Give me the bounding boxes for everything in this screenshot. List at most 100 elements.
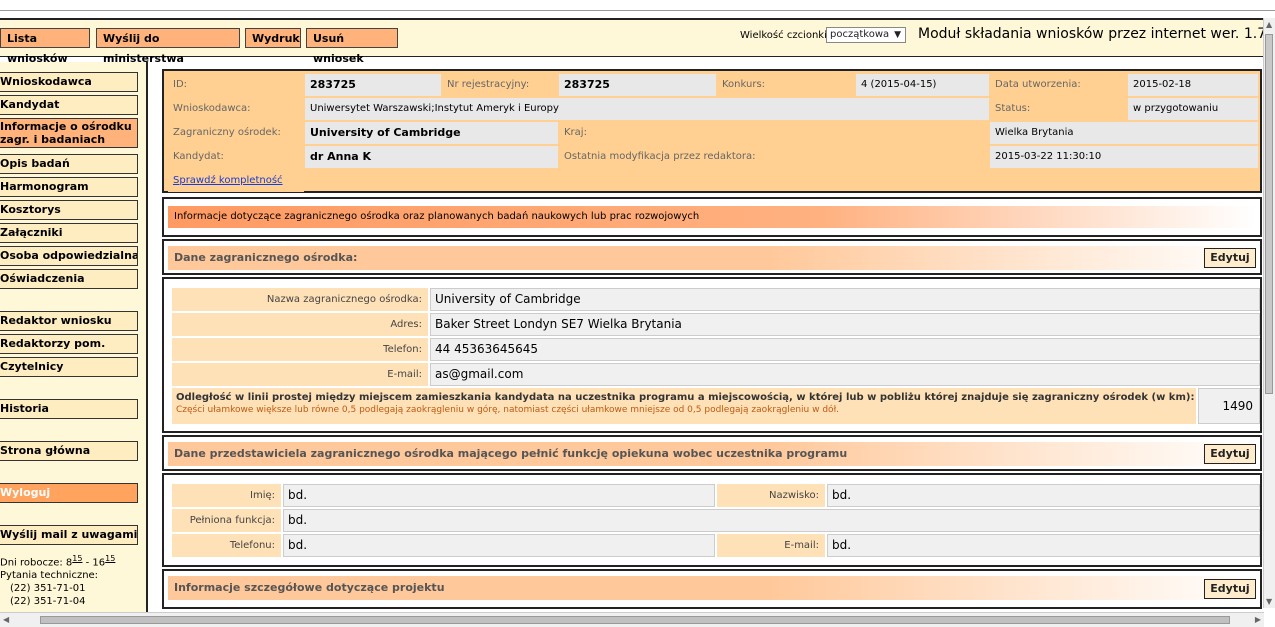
scroll-up-icon[interactable]: ▲ [1266,20,1272,29]
sidebar-item-research-description[interactable]: Opis badań [0,154,138,174]
first-name-label: Imię: [172,484,281,507]
sidebar-item-history[interactable]: Historia [0,399,138,419]
print-button[interactable]: Wydruk [245,28,301,48]
distance-label-cell: Odległość w linii prostej między miejsce… [172,388,1196,424]
project-section-title: Informacje szczegółowe dotyczące projekt… [168,576,1256,600]
sidebar-item-candidate[interactable]: Kandydat [0,95,138,115]
sidebar-item-responsible-person[interactable]: Osoba odpowiedzialna [0,246,138,266]
reg-number-label: Nr rejestracyjny: [442,74,558,96]
country-label: Kraj: [559,122,989,144]
applicant-value: Uniwersytet Warszawski;Instytut Ameryk i… [305,98,989,120]
phone-value: 44 45363645645 [430,338,1260,361]
font-size-value: początkowa [830,29,890,40]
center-section-title: Dane zagranicznego ośrodka: [168,246,1256,270]
status-label: Status: [990,98,1127,120]
center-name-label: Nazwa zagranicznego ośrodka: [172,288,428,311]
browser-top-edge [0,0,1275,11]
font-size-select[interactable]: początkowa ▼ [826,27,906,43]
info-banner: Informacje dotyczące zagranicznego ośrod… [168,206,1256,228]
last-name-value: bd. [827,484,1260,507]
module-title: Moduł składania wniosków przez internet … [918,26,1267,42]
sidebar-item-center-info[interactable]: Informacje o ośrodku zagr. i badaniach [0,118,138,148]
reg-number-value: 283725 [559,74,716,96]
candidate-value: dr Anna K [305,146,558,168]
edit-representative-button[interactable]: Edytuj [1204,444,1256,464]
support-info: Dni robocze: 815 - 1615 Pytania technicz… [0,552,115,608]
rep-phone-label: Telefonu: [172,534,281,557]
sidebar-item-applicant[interactable]: Wnioskodawca [0,72,138,92]
sidebar-item-assistant-editors[interactable]: Redaktorzy pom. [0,334,138,354]
horizontal-scrollbar[interactable]: ◀ ▶ [0,612,1264,627]
vertical-scroll-thumb[interactable] [1265,34,1273,394]
phone-label: Telefon: [172,338,428,361]
vertical-scrollbar[interactable]: ▲ ▼ [1263,18,1275,608]
representative-section-header: Dane przedstawiciela zagranicznego ośrod… [162,435,1262,471]
sidebar: Wnioskodawca Kandydat Informacje o ośrod… [0,62,148,622]
sidebar-item-logout[interactable]: Wyloguj [0,483,138,503]
working-hours: Dni robocze: 815 - 1615 [0,554,116,569]
id-value: 283725 [305,74,441,96]
first-name-value: bd. [283,484,715,507]
delete-application-button[interactable]: Usuń wniosek [306,28,398,65]
sidebar-item-readers[interactable]: Czytelnicy [0,357,138,377]
check-completeness-cell: Sprawdź kompletność [168,170,304,192]
distance-note: Części ułamkowe większe lub równe 0,5 po… [176,405,839,415]
created-date-value: 2015-02-18 [1128,74,1258,96]
dropdown-arrow-icon: ▼ [894,30,901,40]
application-list-button[interactable]: Lista wniosków [0,28,90,65]
distance-label: Odległość w linii prostej między miejsce… [176,392,1195,403]
sidebar-item-budget[interactable]: Kosztorys [0,200,138,220]
representative-section-details: Imię: bd. Nazwisko: bd. Pełniona funkcja… [162,473,1262,567]
country-value: Wielka Brytania [990,122,1258,144]
sidebar-item-attachments[interactable]: Załączniki [0,223,138,243]
sidebar-item-home[interactable]: Strona główna [0,441,138,461]
sidebar-item-schedule[interactable]: Harmonogram [0,177,138,197]
center-name-value: University of Cambridge [430,288,1260,311]
scroll-right-icon[interactable]: ▶ [1255,615,1261,624]
id-label: ID: [168,74,304,96]
sidebar-item-declarations[interactable]: Oświadczenia [0,269,138,289]
application-summary: ID: 283725 Nr rejestracyjny: 283725 Konk… [162,69,1262,193]
check-completeness-link[interactable]: Sprawdź kompletność [173,175,283,186]
info-banner-panel: Informacje dotyczące zagranicznego ośrod… [162,197,1262,237]
rep-email-value: bd. [827,534,1260,557]
font-size-label: Wielkość czcionki: [740,30,831,41]
last-modified-label: Ostatnia modyfikacja przez redaktora: [559,146,989,168]
support-phone-2: (22) 351-71-04 [10,596,86,608]
center-section-details: Nazwa zagranicznego ośrodka: University … [162,277,1262,433]
representative-section-title: Dane przedstawiciela zagranicznego ośrod… [168,442,1256,466]
send-to-ministry-button[interactable]: Wyślij do ministerstwa [96,28,240,65]
center-section-header: Dane zagranicznego ośrodka: Edytuj [162,239,1262,275]
sidebar-item-editor[interactable]: Redaktor wniosku [0,311,138,331]
sidebar-item-send-feedback[interactable]: Wyślij mail z uwagami [0,525,138,545]
email-label: E-mail: [172,363,428,386]
rep-email-label: E-mail: [717,534,825,557]
last-name-label: Nazwisko: [717,484,825,507]
scroll-down-icon[interactable]: ▼ [1266,597,1272,606]
main-content: ID: 283725 Nr rejestracyjny: 283725 Konk… [158,62,1264,627]
function-label: Pełniona funkcja: [172,509,281,532]
support-phone-1: (22) 351-71-01 [10,583,86,595]
foreign-center-label: Zagraniczny ośrodek: [168,122,304,144]
contest-label: Konkurs: [717,74,855,96]
function-value: bd. [283,509,1260,532]
contest-value: 4 (2015-04-15) [856,74,989,96]
project-section-header: Informacje szczegółowe dotyczące projekt… [162,569,1262,609]
address-value: Baker Street Londyn SE7 Wielka Brytania [430,313,1260,336]
candidate-label: Kandydat: [168,146,304,168]
top-toolbar: Lista wniosków Wyślij do ministerstwa Wy… [0,18,1267,65]
last-modified-value: 2015-03-22 11:30:10 [990,146,1258,168]
foreign-center-value: University of Cambridge [305,122,558,144]
edit-project-button[interactable]: Edytuj [1204,579,1256,599]
horizontal-scroll-thumb[interactable] [40,616,1230,624]
email-value: as@gmail.com [430,363,1260,386]
created-date-label: Data utworzenia: [990,74,1127,96]
applicant-label: Wnioskodawca: [168,98,304,120]
tech-questions-label: Pytania techniczne: [0,570,99,582]
status-value: w przygotowaniu [1128,98,1258,120]
edit-center-button[interactable]: Edytuj [1204,248,1256,268]
address-label: Adres: [172,313,428,336]
scroll-left-icon[interactable]: ◀ [3,615,9,624]
rep-phone-value: bd. [283,534,715,557]
distance-value: 1490 [1198,388,1260,424]
